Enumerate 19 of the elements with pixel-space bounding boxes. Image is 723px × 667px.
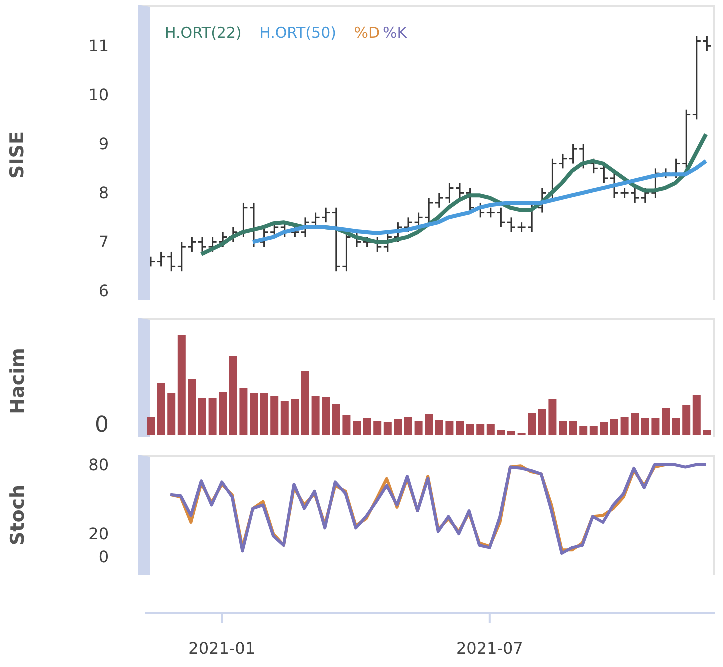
legend-label[interactable]: %D — [354, 24, 380, 42]
axis-title: Stoch — [6, 484, 30, 546]
axis-tick-label: 2021-01 — [188, 639, 256, 658]
axis-tick-label: 8 — [98, 184, 109, 203]
axis-title: Hacim — [6, 348, 30, 415]
legend-label[interactable]: %K — [383, 24, 408, 42]
axis-tick-label: 0 — [95, 413, 109, 438]
axis-tick-label: 10 — [88, 86, 109, 105]
axis-tick-label: 7 — [98, 232, 109, 252]
axis-tick-label: 11 — [88, 36, 109, 56]
axis-tick-label: 80 — [88, 456, 109, 474]
axis-tick-label: 20 — [88, 524, 109, 544]
axis-tick-label: 0 — [98, 547, 109, 566]
axis-title: SISE — [6, 131, 30, 179]
legend-label[interactable]: H.ORT(50) — [260, 24, 336, 42]
axis-tick-label: 9 — [98, 134, 109, 154]
legend-label[interactable]: H.ORT(22) — [165, 24, 242, 42]
axis-tick-label: 6 — [98, 282, 109, 301]
axis-tick-label: 2021-07 — [456, 639, 524, 658]
